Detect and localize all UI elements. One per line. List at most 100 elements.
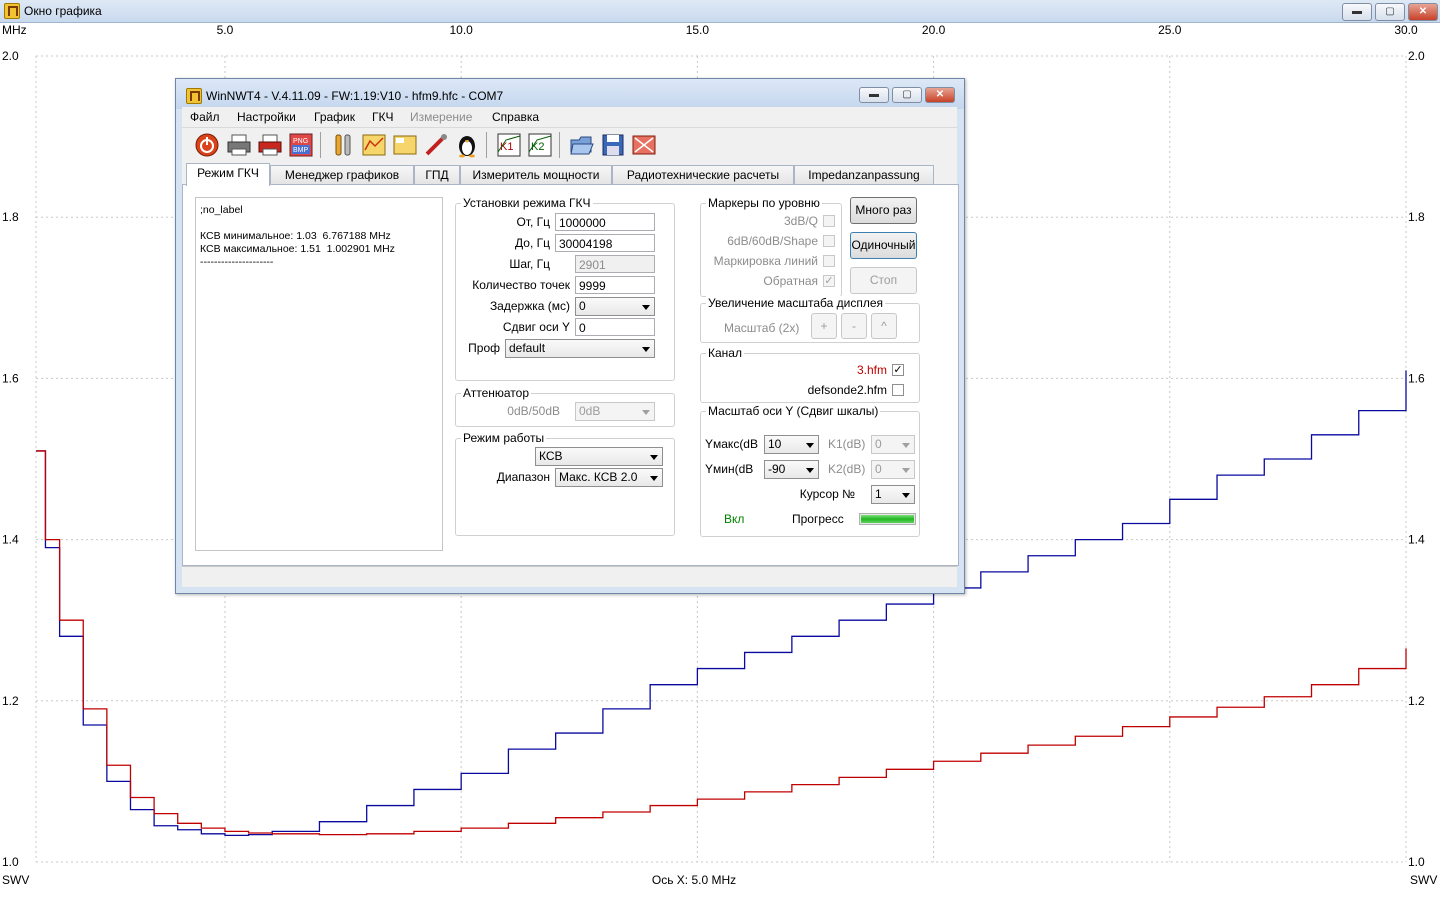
to-label: До, Гц bbox=[515, 236, 550, 250]
marker-6db-label: 6dB/60dB/Shape bbox=[727, 234, 818, 248]
menu-settings[interactable]: Настройки bbox=[237, 110, 296, 124]
db-icon[interactable] bbox=[392, 132, 418, 158]
menu-measurement[interactable]: Измерение bbox=[410, 110, 472, 124]
marker-3db-checkbox bbox=[823, 215, 835, 227]
dialog-minimize-button[interactable]: ▬ bbox=[859, 87, 889, 103]
from-label: От, Гц bbox=[516, 215, 550, 229]
wrench-icon[interactable] bbox=[423, 132, 449, 158]
k1-icon[interactable]: K1 bbox=[496, 132, 522, 158]
y-tick-label-right: 2.0 bbox=[1408, 49, 1425, 63]
points-label: Количество точек bbox=[472, 278, 570, 292]
channel1-checkbox[interactable]: ✓ bbox=[892, 364, 904, 376]
tab-sweep-mode[interactable]: Режим ГКЧ bbox=[186, 163, 270, 186]
range-label: Диапазон bbox=[496, 470, 550, 484]
mode-title: Режим работы bbox=[461, 431, 547, 445]
svg-text:K2: K2 bbox=[531, 141, 544, 153]
svg-text:BMP: BMP bbox=[293, 147, 309, 154]
svg-text:PNG: PNG bbox=[293, 138, 308, 145]
y-tick-label-left: 1.6 bbox=[2, 371, 19, 385]
y-unit-label-left: SWV bbox=[2, 873, 29, 887]
tab-impedance-matching[interactable]: Impedanzanpassung bbox=[794, 165, 934, 185]
range-select[interactable]: Макс. КСВ 2.0 bbox=[555, 468, 663, 487]
zoom-title: Увеличение масштаба дисплея bbox=[706, 296, 886, 310]
menu-bar: Файл Настройки График ГКЧ Измерение Спра… bbox=[182, 107, 957, 127]
mode-select[interactable]: КСВ bbox=[535, 447, 663, 466]
close-button[interactable]: ✕ bbox=[1408, 3, 1438, 21]
attenuator-label: 0dB/50dB bbox=[507, 404, 560, 418]
open-folder-icon[interactable] bbox=[569, 132, 595, 158]
toolbar: PNG BMP K1 K2 bbox=[182, 127, 957, 164]
ymin-select[interactable]: -90 bbox=[764, 460, 819, 479]
power-icon[interactable] bbox=[194, 132, 220, 158]
to-input[interactable]: 30004198 bbox=[555, 234, 655, 252]
save-icon[interactable] bbox=[600, 132, 626, 158]
menu-file[interactable]: Файл bbox=[190, 110, 220, 124]
app-icon bbox=[186, 88, 202, 104]
chevron-down-icon bbox=[642, 347, 650, 352]
delay-select[interactable]: 0 bbox=[575, 297, 655, 316]
profile-value: default bbox=[509, 341, 546, 355]
svg-text:K1: K1 bbox=[500, 141, 513, 153]
channel2-checkbox[interactable] bbox=[892, 384, 904, 396]
menu-help[interactable]: Справка bbox=[492, 110, 539, 124]
chevron-down-icon bbox=[642, 410, 650, 415]
x-tick-label: 25.0 bbox=[1158, 23, 1182, 37]
log-line: --------------------- bbox=[200, 256, 274, 268]
sweep-settings-title: Установки режима ГКЧ bbox=[461, 196, 593, 210]
x-unit-label: MHz bbox=[2, 23, 27, 37]
png-bmp-icon[interactable]: PNG BMP bbox=[288, 132, 314, 158]
maximize-button[interactable]: ▢ bbox=[1375, 3, 1405, 21]
profile-select[interactable]: default bbox=[505, 339, 655, 358]
chart-icon[interactable] bbox=[361, 132, 387, 158]
minimize-button[interactable]: ▬ bbox=[1342, 3, 1372, 21]
dialog-maximize-button[interactable]: ▢ bbox=[892, 87, 922, 103]
channel2-label: defsonde2.hfm bbox=[807, 383, 887, 397]
dialog-close-button[interactable]: ✕ bbox=[925, 87, 955, 103]
k1-select: 0 bbox=[871, 435, 915, 454]
tab-vfo[interactable]: ГПД bbox=[414, 165, 460, 185]
attenuator-select: 0dB bbox=[575, 402, 655, 421]
zoom-plus-button: + bbox=[811, 313, 837, 339]
yshift-label: Сдвиг оси Y bbox=[502, 320, 570, 334]
multi-sweep-button[interactable]: Много раз bbox=[850, 197, 917, 224]
clear-icon[interactable] bbox=[631, 132, 657, 158]
y-tick-label-left: 1.2 bbox=[2, 694, 19, 708]
marker-inverse-label: Обратная bbox=[763, 274, 818, 288]
dialog-title-bar: WinNWT4 - V.4.11.09 - FW:1.19:V10 - hfm9… bbox=[176, 79, 964, 109]
log-line: ;no_label bbox=[200, 204, 243, 216]
k2-icon[interactable]: K2 bbox=[527, 132, 553, 158]
zoom-reset-button: ^ bbox=[871, 313, 897, 339]
toolbar-separator bbox=[320, 132, 321, 158]
progress-fill bbox=[861, 515, 914, 523]
single-sweep-button[interactable]: Одиночный bbox=[850, 232, 917, 259]
x-tick-label: 30.0 bbox=[1394, 23, 1418, 37]
printer-color-icon[interactable] bbox=[257, 132, 283, 158]
y-tick-label-right: 1.8 bbox=[1408, 210, 1425, 224]
delay-label: Задержка (мс) bbox=[489, 299, 570, 313]
zoom-label: Масштаб (2х) bbox=[724, 321, 800, 335]
yshift-input[interactable]: 0 bbox=[575, 318, 655, 336]
ymax-select[interactable]: 10 bbox=[764, 435, 819, 454]
outer-title-bar: Окно графика ▬ ▢ ✕ bbox=[0, 0, 1440, 23]
printer-icon[interactable] bbox=[226, 132, 252, 158]
tab-power-meter[interactable]: Измеритель мощности bbox=[460, 165, 612, 185]
tab-rf-calculations[interactable]: Радиотехнические расчеты bbox=[612, 165, 794, 185]
cursor-label: Курсор № bbox=[799, 487, 855, 501]
toolbar-separator bbox=[559, 132, 560, 158]
attenuator-title: Аттенюатор bbox=[461, 386, 532, 400]
x-axis-caption: Ось X: 5.0 MHz bbox=[652, 873, 736, 887]
tools-icon[interactable] bbox=[330, 132, 356, 158]
cursor-value: 1 bbox=[875, 487, 882, 501]
penguin-icon[interactable] bbox=[454, 132, 480, 158]
menu-gkch[interactable]: ГКЧ bbox=[372, 110, 394, 124]
cursor-select[interactable]: 1 bbox=[871, 485, 915, 504]
tab-graph-manager[interactable]: Менеджер графиков bbox=[270, 165, 414, 185]
k2-value: 0 bbox=[875, 462, 882, 476]
marker-6db-checkbox bbox=[823, 235, 835, 247]
toolbar-separator bbox=[486, 132, 487, 158]
points-input[interactable]: 9999 bbox=[575, 276, 655, 294]
result-log[interactable]: ;no_label КСВ минимальное: 1.03 6.767188 … bbox=[195, 197, 443, 551]
menu-graph[interactable]: График bbox=[314, 110, 355, 124]
y-tick-label-right: 1.0 bbox=[1408, 855, 1425, 869]
from-input[interactable]: 1000000 bbox=[555, 213, 655, 231]
